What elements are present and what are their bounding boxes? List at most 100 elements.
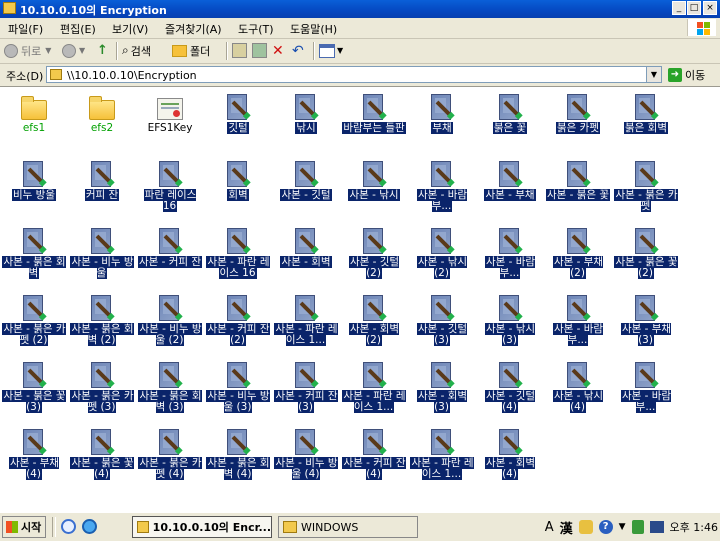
file-view[interactable]: efs1 efs2 EFS1Key 깃털 낚시 바람부는 들판 부채 붉은 꽃 붉은 카펫 붉은 … bbox=[0, 87, 720, 512]
bitmap-file-item[interactable]: 사본 - 붉은 꽃 (2) bbox=[612, 221, 680, 287]
bitmap-file-item[interactable]: 사본 - 깃털 (2) bbox=[340, 221, 408, 287]
forward-button[interactable]: ▼ bbox=[62, 42, 85, 59]
taskbar-item-explorer[interactable]: 10.10.0.10의 Encr... bbox=[132, 516, 272, 538]
go-button[interactable]: ➜ 이동 bbox=[668, 67, 705, 83]
bitmap-file-item[interactable]: 붉은 카펫 bbox=[544, 87, 612, 153]
folder-item[interactable]: efs2 bbox=[68, 87, 136, 153]
menu-file[interactable]: 파일(F) bbox=[8, 21, 43, 37]
bitmap-file-item[interactable]: 사본 - 커피 잔 (2) bbox=[204, 288, 272, 354]
monitor-icon[interactable] bbox=[649, 521, 664, 533]
bitmap-file-item[interactable]: 깃털 bbox=[204, 87, 272, 153]
title-bar[interactable]: 10.10.0.10의 Encryption _ □ × bbox=[0, 0, 720, 18]
bitmap-file-item[interactable]: 사본 - 비누 방울 (4) bbox=[272, 422, 340, 488]
bitmap-file-item[interactable]: 사본 - 붉은 회벽 bbox=[0, 221, 68, 287]
bitmap-file-item[interactable]: 사본 - 바람부... bbox=[612, 355, 680, 421]
bitmap-file-item[interactable]: 사본 - 붉은 카펫 (3) bbox=[68, 355, 136, 421]
bitmap-file-item[interactable]: 비누 방울 bbox=[0, 154, 68, 220]
bitmap-file-item[interactable]: 붉은 꽃 bbox=[476, 87, 544, 153]
bitmap-file-item[interactable]: 사본 - 회벽 (2) bbox=[340, 288, 408, 354]
certificate-file-item[interactable]: EFS1Key bbox=[136, 87, 204, 153]
menu-tools[interactable]: 도구(T) bbox=[238, 21, 274, 37]
bitmap-file-item[interactable]: 사본 - 파란 레이스 1... bbox=[408, 422, 476, 488]
menu-help[interactable]: 도움말(H) bbox=[290, 21, 337, 37]
bitmap-file-item[interactable]: 파란 레이스 16 bbox=[136, 154, 204, 220]
menu-edit[interactable]: 편집(E) bbox=[60, 21, 96, 37]
minimize-button[interactable]: _ bbox=[672, 1, 686, 15]
file-name: 사본 - 비누 방울 bbox=[70, 256, 134, 279]
address-dropdown-button[interactable]: ▼ bbox=[646, 67, 661, 82]
bitmap-file-item[interactable]: 사본 - 붉은 회벽 (4) bbox=[204, 422, 272, 488]
bitmap-file-item[interactable]: 사본 - 낚시 (4) bbox=[544, 355, 612, 421]
copy-to-button[interactable] bbox=[252, 42, 267, 59]
bitmap-file-item[interactable]: 사본 - 회벽 (3) bbox=[408, 355, 476, 421]
folders-button[interactable]: 폴더 bbox=[172, 42, 210, 59]
bitmap-file-item[interactable]: 사본 - 비누 방울 (3) bbox=[204, 355, 272, 421]
bitmap-file-item[interactable]: 사본 - 붉은 회벽 (3) bbox=[136, 355, 204, 421]
bitmap-file-item[interactable]: 사본 - 파란 레이스 1... bbox=[340, 355, 408, 421]
close-button[interactable]: × bbox=[703, 1, 717, 15]
bitmap-file-item[interactable]: 사본 - 커피 잔 bbox=[136, 221, 204, 287]
bitmap-file-item[interactable]: 사본 - 깃털 (4) bbox=[476, 355, 544, 421]
undo-button[interactable]: ↶ bbox=[292, 42, 304, 59]
move-to-button[interactable] bbox=[232, 42, 247, 59]
bitmap-file-item[interactable]: 사본 - 바람부... bbox=[544, 288, 612, 354]
file-name: 사본 - 비누 방울 (2) bbox=[138, 323, 202, 346]
bitmap-file-item[interactable]: 사본 - 바람부... bbox=[408, 154, 476, 220]
paint-bitmap-icon bbox=[293, 295, 319, 323]
ime-hanja-indicator[interactable]: 漢 bbox=[560, 518, 573, 537]
help-icon[interactable]: ? bbox=[598, 520, 613, 534]
delete-button[interactable]: ✕ bbox=[272, 42, 284, 59]
bitmap-file-item[interactable]: 사본 - 커피 잔 (4) bbox=[340, 422, 408, 488]
bitmap-file-item[interactable]: 사본 - 붉은 꽃 bbox=[544, 154, 612, 220]
bitmap-file-item[interactable]: 사본 - 부채 bbox=[476, 154, 544, 220]
folder-item[interactable]: efs1 bbox=[0, 87, 68, 153]
bitmap-file-item[interactable]: 사본 - 붉은 회벽 (2) bbox=[68, 288, 136, 354]
bitmap-file-item[interactable]: 사본 - 회벽 (4) bbox=[476, 422, 544, 488]
bitmap-file-item[interactable]: 사본 - 붉은 카펫 (4) bbox=[136, 422, 204, 488]
search-button[interactable]: ⌕ 검색 bbox=[122, 42, 151, 59]
security-icon[interactable] bbox=[631, 520, 644, 534]
ime-mode-indicator[interactable]: A bbox=[545, 520, 554, 535]
menu-view[interactable]: 보기(V) bbox=[112, 21, 148, 37]
address-field[interactable]: \\10.10.0.10\Encryption ▼ bbox=[46, 66, 662, 83]
up-folder-button[interactable]: ↑ bbox=[97, 42, 108, 59]
bitmap-file-item[interactable]: 사본 - 회벽 bbox=[272, 221, 340, 287]
chevron-down-icon[interactable]: ▼ bbox=[619, 522, 626, 532]
bitmap-file-item[interactable]: 붉은 회벽 bbox=[612, 87, 680, 153]
bitmap-file-item[interactable]: 부채 bbox=[408, 87, 476, 153]
bitmap-file-item[interactable]: 사본 - 부채 (3) bbox=[612, 288, 680, 354]
menu-favorites[interactable]: 즐겨찾기(A) bbox=[165, 21, 222, 37]
taskbar-item-windows[interactable]: WINDOWS bbox=[278, 516, 418, 538]
paint-bitmap-icon bbox=[361, 362, 387, 390]
bitmap-file-item[interactable]: 커피 잔 bbox=[68, 154, 136, 220]
bitmap-file-item[interactable]: 사본 - 비누 방울 bbox=[68, 221, 136, 287]
ime-tools-icon[interactable] bbox=[578, 520, 593, 534]
internet-explorer-icon[interactable] bbox=[82, 519, 97, 534]
bitmap-file-item[interactable]: 사본 - 파란 레이스 16 bbox=[204, 221, 272, 287]
bitmap-file-item[interactable]: 사본 - 부채 (4) bbox=[0, 422, 68, 488]
bitmap-file-item[interactable]: 사본 - 붉은 꽃 (4) bbox=[68, 422, 136, 488]
bitmap-file-item[interactable]: 사본 - 비누 방울 (2) bbox=[136, 288, 204, 354]
bitmap-file-item[interactable]: 낚시 bbox=[272, 87, 340, 153]
bitmap-file-item[interactable]: 사본 - 낚시 (2) bbox=[408, 221, 476, 287]
bitmap-file-item[interactable]: 사본 - 붉은 카펫 (2) bbox=[0, 288, 68, 354]
bitmap-file-item[interactable]: 사본 - 붉은 카펫 bbox=[612, 154, 680, 220]
bitmap-file-item[interactable]: 사본 - 낚시 bbox=[340, 154, 408, 220]
views-button[interactable]: ▼ bbox=[319, 42, 343, 59]
show-desktop-icon[interactable] bbox=[61, 519, 76, 534]
paint-bitmap-icon bbox=[633, 228, 659, 256]
start-button[interactable]: 시작 bbox=[2, 516, 46, 538]
bitmap-file-item[interactable]: 바람부는 들판 bbox=[340, 87, 408, 153]
bitmap-file-item[interactable]: 사본 - 낚시 (3) bbox=[476, 288, 544, 354]
file-name: 회벽 bbox=[227, 189, 249, 201]
bitmap-file-item[interactable]: 사본 - 붉은 꽃 (3) bbox=[0, 355, 68, 421]
bitmap-file-item[interactable]: 사본 - 깃털 (3) bbox=[408, 288, 476, 354]
maximize-button[interactable]: □ bbox=[687, 1, 701, 15]
bitmap-file-item[interactable]: 사본 - 파란 레이스 1... bbox=[272, 288, 340, 354]
back-button[interactable]: 뒤로 ▼ bbox=[4, 42, 51, 59]
bitmap-file-item[interactable]: 사본 - 깃털 bbox=[272, 154, 340, 220]
bitmap-file-item[interactable]: 사본 - 바람부... bbox=[476, 221, 544, 287]
bitmap-file-item[interactable]: 사본 - 부채 (2) bbox=[544, 221, 612, 287]
bitmap-file-item[interactable]: 사본 - 커피 잔 (3) bbox=[272, 355, 340, 421]
bitmap-file-item[interactable]: 회벽 bbox=[204, 154, 272, 220]
